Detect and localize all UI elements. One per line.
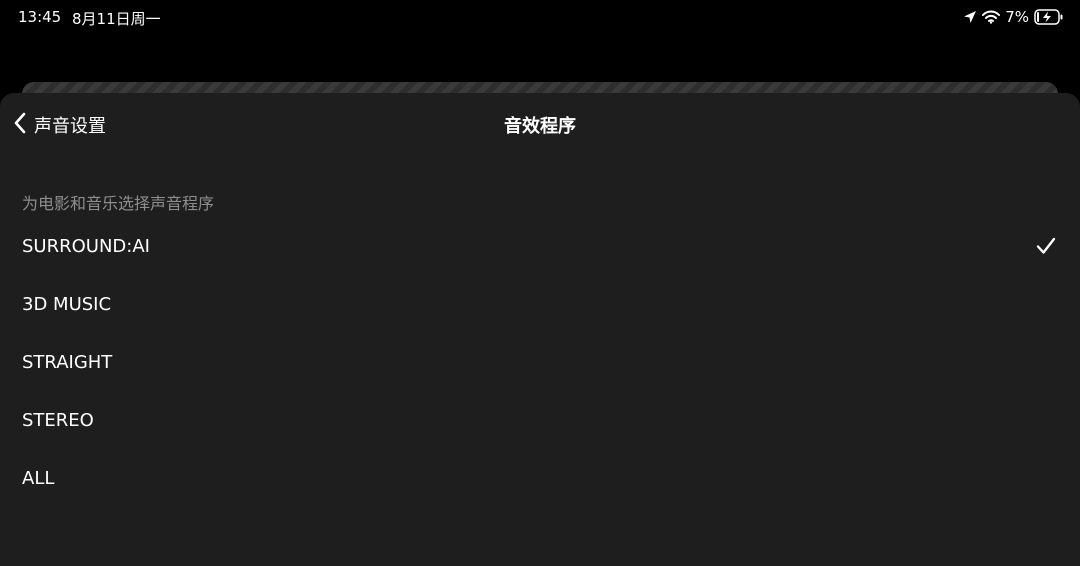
battery-charging-icon xyxy=(1034,9,1064,25)
sound-program-list: SURROUND:AI 3D MUSIC STRAIGHT STEREO ALL xyxy=(0,217,1080,507)
option-all[interactable]: ALL xyxy=(0,449,1080,507)
option-label: ALL xyxy=(22,467,55,489)
checkmark-icon xyxy=(1036,236,1056,260)
battery-percent: 7% xyxy=(1005,8,1029,26)
option-label: STEREO xyxy=(22,409,94,431)
sound-program-sheet: 声音设置 音效程序 为电影和音乐选择声音程序 SURROUND:AI 3D MU… xyxy=(0,93,1080,566)
option-straight[interactable]: STRAIGHT xyxy=(0,333,1080,391)
status-date: 8月11日周一 xyxy=(72,10,161,28)
option-label: SURROUND:AI xyxy=(22,235,150,257)
option-label: STRAIGHT xyxy=(22,351,113,373)
option-surround-ai[interactable]: SURROUND:AI xyxy=(0,217,1080,275)
section-header: 为电影和音乐选择声音程序 xyxy=(22,194,215,213)
option-label: 3D MUSIC xyxy=(22,293,112,315)
status-indicators: 7% xyxy=(963,7,1064,27)
status-time: 13:45 xyxy=(18,8,62,26)
wifi-icon xyxy=(982,10,1001,24)
location-arrow-icon xyxy=(963,10,977,24)
page-title: 音效程序 xyxy=(504,116,576,137)
option-stereo[interactable]: STEREO xyxy=(0,391,1080,449)
option-3d-music[interactable]: 3D MUSIC xyxy=(0,275,1080,333)
status-bar: 13:45 8月11日周一 7% xyxy=(0,0,1080,36)
